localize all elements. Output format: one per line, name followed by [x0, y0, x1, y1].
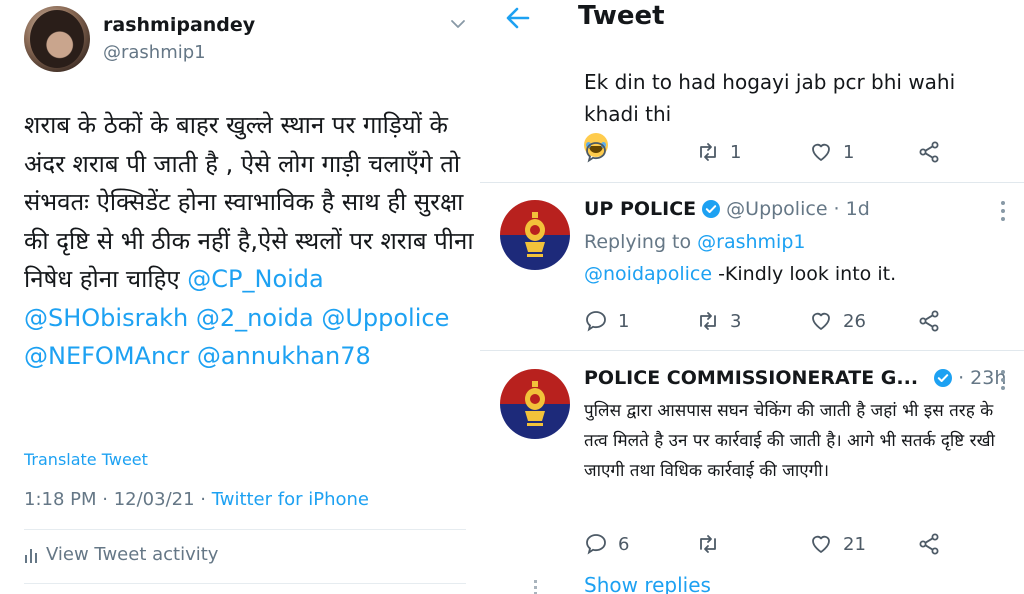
reply-button[interactable]: 1: [584, 309, 629, 333]
tweet-meta: 1:18 PM · 12/03/21 · Twitter for iPhone: [24, 489, 369, 510]
more-options-icon[interactable]: [1000, 200, 1006, 222]
author-handle[interactable]: @Uppolice · 1d: [726, 198, 870, 220]
page-title: Tweet: [578, 1, 665, 31]
retweet-icon: [700, 312, 716, 330]
verified-badge-icon: [934, 369, 953, 387]
reply-body: Ek din to had hogayi jab pcr bhi wahi kh…: [584, 70, 956, 126]
reply-body: पुलिस द्वारा आसपास सघन चेकिंग की जाती है…: [584, 401, 995, 481]
verified-badge-icon: [702, 200, 721, 218]
like-button[interactable]: 1: [809, 140, 854, 164]
retweet-button[interactable]: 3: [696, 309, 741, 333]
user-handle[interactable]: @rashmip1: [103, 42, 206, 63]
divider: [24, 529, 466, 530]
retweet-icon: [700, 143, 716, 161]
heart-icon: [812, 143, 830, 161]
share-icon: [919, 141, 939, 163]
mention-link[interactable]: @Uppolice: [321, 304, 449, 332]
mention-link[interactable]: @NEFOMAncr: [24, 342, 189, 370]
header: Tweet: [480, 0, 1024, 50]
user-name[interactable]: rashmipandey: [103, 14, 255, 36]
share-button[interactable]: [917, 140, 941, 164]
like-count: 26: [843, 310, 866, 332]
avatar[interactable]: [24, 6, 90, 72]
reply-icon: [586, 534, 606, 555]
tweet-header: POLICE COMMISSIONERATE G... · 23h: [584, 367, 1006, 389]
avatar[interactable]: [500, 200, 570, 270]
mention-link[interactable]: @2_noida: [196, 304, 314, 332]
retweet-icon: [700, 535, 716, 553]
police-emblem-icon: [525, 212, 545, 257]
source-link[interactable]: Twitter for iPhone: [212, 489, 369, 510]
like-button[interactable]: 26: [809, 309, 866, 333]
reply-body: @noidapolice -Kindly look into it.: [584, 263, 896, 285]
replying-prefix: Replying to: [584, 231, 698, 253]
reply-count: 1: [618, 310, 630, 332]
reply-icon: [586, 142, 606, 163]
heart-icon: [812, 535, 830, 553]
mention-link[interactable]: @noidapolice: [584, 263, 712, 285]
more-options-icon[interactable]: [1000, 369, 1006, 391]
tweet-actions: 1 1: [584, 140, 1004, 168]
author-name[interactable]: UP POLICE: [584, 198, 696, 220]
tweet-actions: 1 3 26: [584, 309, 1004, 337]
tweet-actions: 6 21: [584, 532, 1004, 560]
divider: [480, 350, 1024, 351]
retweet-count: 1: [730, 141, 742, 163]
reply-text: -Kindly look into it.: [712, 263, 897, 285]
retweet-count: 3: [730, 310, 742, 332]
author-name[interactable]: POLICE COMMISSIONERATE G...: [584, 367, 918, 389]
view-tweet-activity-button[interactable]: View Tweet activity: [24, 544, 218, 565]
activity-label: View Tweet activity: [46, 544, 219, 565]
mention-link[interactable]: @SHObisrakh: [24, 304, 188, 332]
thread-panel: Tweet Ek din to had hogayi jab pcr bhi w…: [480, 0, 1024, 594]
reply-icon: [586, 311, 606, 332]
share-button[interactable]: [917, 532, 941, 556]
reply-button[interactable]: 6: [584, 532, 629, 556]
back-arrow-icon[interactable]: [504, 4, 532, 32]
tweet-body: शराब के ठेकों के बाहर खुल्ले स्थान पर गा…: [24, 106, 474, 376]
share-icon: [919, 533, 939, 555]
divider: [24, 583, 466, 584]
avatar[interactable]: [500, 369, 570, 439]
like-button[interactable]: 21: [809, 532, 866, 556]
mention-link[interactable]: @CP_Noida: [187, 265, 323, 293]
reply-count: 6: [618, 533, 630, 555]
bar-chart-icon: [25, 548, 37, 563]
timestamp: 1:18 PM · 12/03/21 ·: [24, 489, 212, 510]
thread-line: [534, 580, 537, 594]
replying-to: Replying to @rashmip1: [584, 231, 806, 253]
share-icon: [919, 310, 939, 332]
translate-tweet-link[interactable]: Translate Tweet: [24, 450, 148, 469]
chevron-down-icon[interactable]: [448, 14, 468, 34]
mention-link[interactable]: @rashmip1: [697, 231, 805, 253]
mention-link[interactable]: @annukhan78: [197, 342, 371, 370]
retweet-button[interactable]: [696, 532, 730, 556]
like-count: 1: [843, 141, 855, 163]
retweet-button[interactable]: 1: [696, 140, 741, 164]
tweet-header: UP POLICE @Uppolice · 1d: [584, 198, 870, 220]
like-count: 21: [843, 533, 866, 555]
show-replies-link[interactable]: Show replies: [584, 573, 711, 594]
left-tweet-panel: rashmipandey @rashmip1 शराब के ठेकों के …: [0, 0, 480, 594]
reply-button[interactable]: [584, 140, 618, 164]
heart-icon: [812, 312, 830, 330]
share-button[interactable]: [917, 309, 941, 333]
police-emblem-icon: [525, 381, 545, 426]
divider: [480, 182, 1024, 183]
